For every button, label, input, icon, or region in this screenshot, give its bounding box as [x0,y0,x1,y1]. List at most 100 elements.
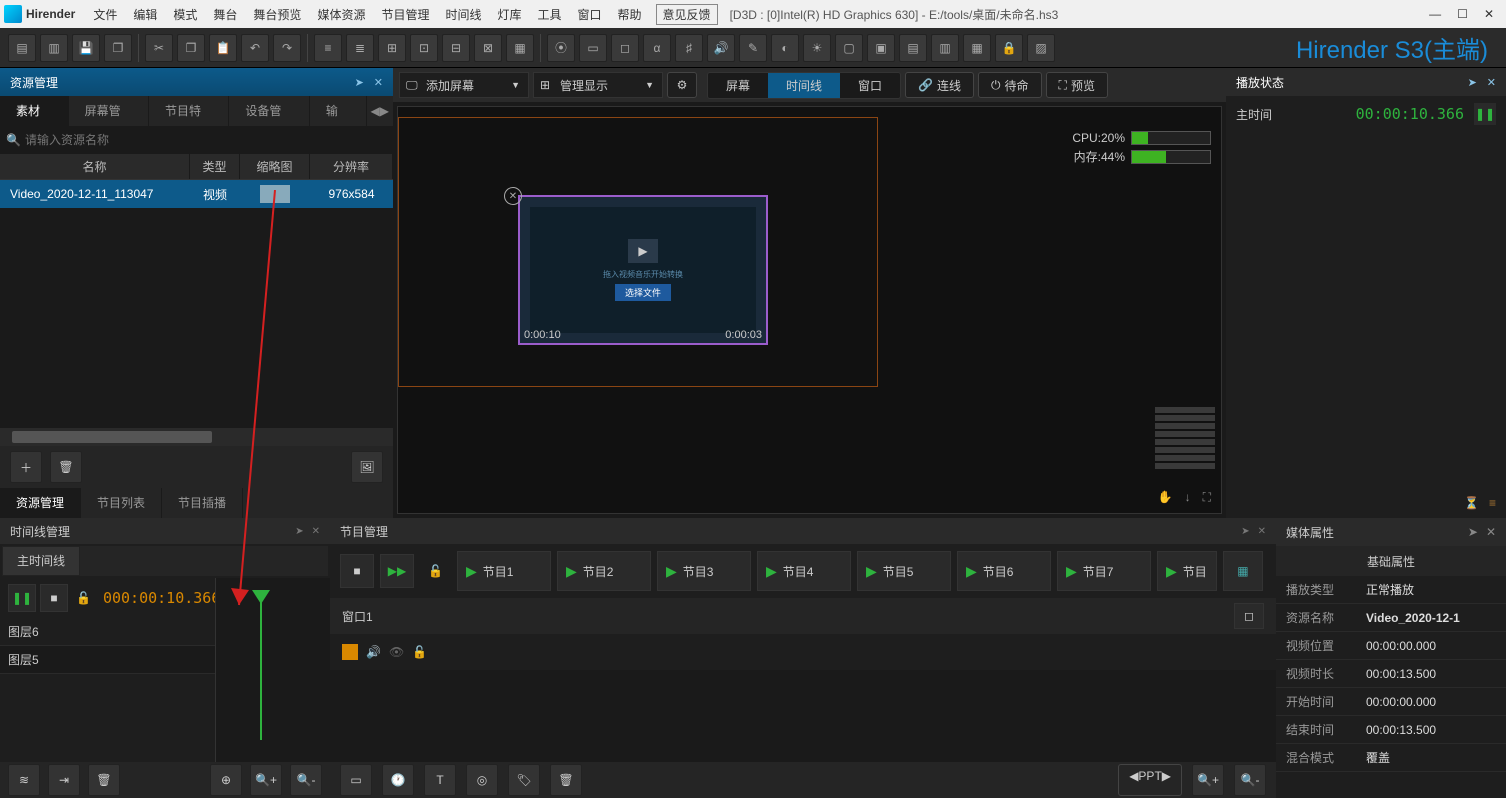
tl-pause-button[interactable]: ❚❚ [8,584,36,612]
program-1[interactable]: ▶节目1 [457,551,551,591]
minimize-icon[interactable]: — [1429,7,1441,21]
menu-mode[interactable]: 模式 [165,6,205,23]
pointer-icon[interactable]: ↓ [1185,490,1191,505]
menu-window[interactable]: 窗口 [570,6,610,23]
menu-program[interactable]: 节目管理 [373,6,437,23]
tab-input[interactable]: 输入 [310,96,367,126]
tool-undo-icon[interactable]: ↶ [241,34,269,62]
menu-media[interactable]: 媒体资源 [309,6,373,23]
program-2[interactable]: ▶节目2 [557,551,651,591]
tool-a5-icon[interactable]: ⊟ [442,34,470,62]
tool-dup-icon[interactable]: ❐ [177,34,205,62]
indent-icon[interactable]: ⇥ [48,764,80,796]
menu-stagepreview[interactable]: 舞台预览 [245,6,309,23]
pause-button[interactable]: ❚❚ [1474,103,1496,125]
tool-open-icon[interactable]: ▥ [40,34,68,62]
tool-new-icon[interactable]: ▤ [8,34,36,62]
program-4[interactable]: ▶节目4 [757,551,851,591]
prog-stop-button[interactable]: ■ [340,554,374,588]
tab-screen-mgmt[interactable]: 屏幕管理 [69,96,149,126]
menu-help[interactable]: 帮助 [610,6,650,23]
tool-alpha-icon[interactable]: α [643,34,671,62]
tool-a1-icon[interactable]: ≡ [314,34,342,62]
standby-button[interactable]: ⏻待命 [978,72,1042,98]
stage-preview[interactable]: ✕ ▶ 拖入视频音乐开始转换 选择文件 0:00:10 0:00:03 CPU:… [397,106,1222,514]
add-screen-dropdown[interactable]: 🖵添加屏幕▼ [399,72,529,98]
clip-select-button[interactable]: 选择文件 [615,284,671,301]
layers-icon[interactable]: ≋ [8,764,40,796]
program-5[interactable]: ▶节目5 [857,551,951,591]
trash-icon[interactable]: 🗑 [88,764,120,796]
tool-c3-icon[interactable]: ▤ [899,34,927,62]
zoomout-icon[interactable]: 🔍- [290,764,322,796]
col-thumb[interactable]: 缩略图 [240,154,310,179]
zoomout-icon[interactable]: 🔍- [1234,764,1266,796]
tool-bright-icon[interactable]: ☀ [803,34,831,62]
tag-icon[interactable]: 🏷 [508,764,540,796]
hand-icon[interactable]: ✋ [1158,490,1173,505]
lock-icon[interactable]: 🔓 [412,645,427,659]
t-icon[interactable]: T [424,764,456,796]
clock-icon[interactable]: 🕐 [382,764,414,796]
media-clip[interactable]: ✕ ▶ 拖入视频音乐开始转换 选择文件 0:00:10 0:00:03 [518,195,768,345]
send-icon[interactable]: ➤ [295,526,303,537]
program-7[interactable]: ▶节目7 [1057,551,1151,591]
tool-b1-icon[interactable]: ▭ [579,34,607,62]
close-icon[interactable]: ✕ [1484,7,1494,21]
fullscreen-icon[interactable]: ⛶ [1203,490,1211,505]
tool-c2-icon[interactable]: ▣ [867,34,895,62]
tool-b2-icon[interactable]: ◻ [611,34,639,62]
fit-icon[interactable]: ⊕ [210,764,242,796]
hourglass-icon[interactable]: ⏳ [1464,496,1479,510]
menu-edit[interactable]: 编辑 [125,6,165,23]
tool-c5-icon[interactable]: ▦ [963,34,991,62]
menu-file[interactable]: 文件 [85,6,125,23]
preview-button[interactable]: ⛶预览 [1046,72,1108,98]
tool-a4-icon[interactable]: ⊡ [410,34,438,62]
tool-contrast-icon[interactable]: ◐ [771,34,799,62]
tool-redo-icon[interactable]: ↷ [273,34,301,62]
send-icon[interactable]: ➤ [355,76,364,89]
tab-device[interactable]: 设备管理 [229,96,309,126]
tool-save-icon[interactable]: 💾 [72,34,100,62]
panel-close-icon[interactable]: ✕ [1487,76,1496,89]
tab-next-icon[interactable]: ▶ [380,104,389,118]
gear-button[interactable]: ⚙ [667,72,697,98]
timeline-tracks[interactable] [215,578,330,762]
view-screen[interactable]: 屏幕 [708,73,768,98]
program-3[interactable]: ▶节目3 [657,551,751,591]
maximize-icon[interactable]: ☐ [1457,7,1468,21]
tool-a6-icon[interactable]: ⊠ [474,34,502,62]
col-res[interactable]: 分辨率 [310,154,393,179]
tool-cam-icon[interactable]: ⦿ [547,34,575,62]
program-track-area[interactable] [330,670,1276,762]
add-button[interactable]: ＋ [10,451,42,483]
resource-scrollbar[interactable] [0,428,393,446]
speaker-icon[interactable]: 🔊 [366,645,381,659]
panel-close-icon[interactable]: ✕ [312,526,320,537]
tool-c1-icon[interactable]: ▢ [835,34,863,62]
connect-button[interactable]: 🔗连线 [905,72,974,98]
panel-close-icon[interactable]: ✕ [1258,526,1266,537]
prog-play-button[interactable]: ▶▶ [380,554,414,588]
col-name[interactable]: 名称 [0,154,190,179]
tool-a7-icon[interactable]: ▦ [506,34,534,62]
view-window[interactable]: 窗口 [840,73,900,98]
tab-effects[interactable]: 节目特效 [149,96,229,126]
playhead[interactable] [260,600,262,740]
main-timeline-tab[interactable]: 主时间线 [2,546,80,576]
col-type[interactable]: 类型 [190,154,240,179]
lock-icon[interactable]: 🔓 [428,564,443,578]
target-icon[interactable]: ◎ [466,764,498,796]
tool-a2-icon[interactable]: ≣ [346,34,374,62]
ppt-button[interactable]: ◀PPT▶ [1118,764,1182,796]
tool-feather-icon[interactable]: ✎ [739,34,767,62]
program-6[interactable]: ▶节目6 [957,551,1051,591]
menu-tools[interactable]: 工具 [530,6,570,23]
lock-icon[interactable]: 🔓 [76,591,91,605]
tool-c4-icon[interactable]: ▥ [931,34,959,62]
tool-c7-icon[interactable]: ▨ [1027,34,1055,62]
tab-resource[interactable]: 资源管理 [0,488,81,518]
send-icon[interactable]: ➤ [1241,526,1249,537]
delete-button[interactable]: 🗑 [50,451,82,483]
